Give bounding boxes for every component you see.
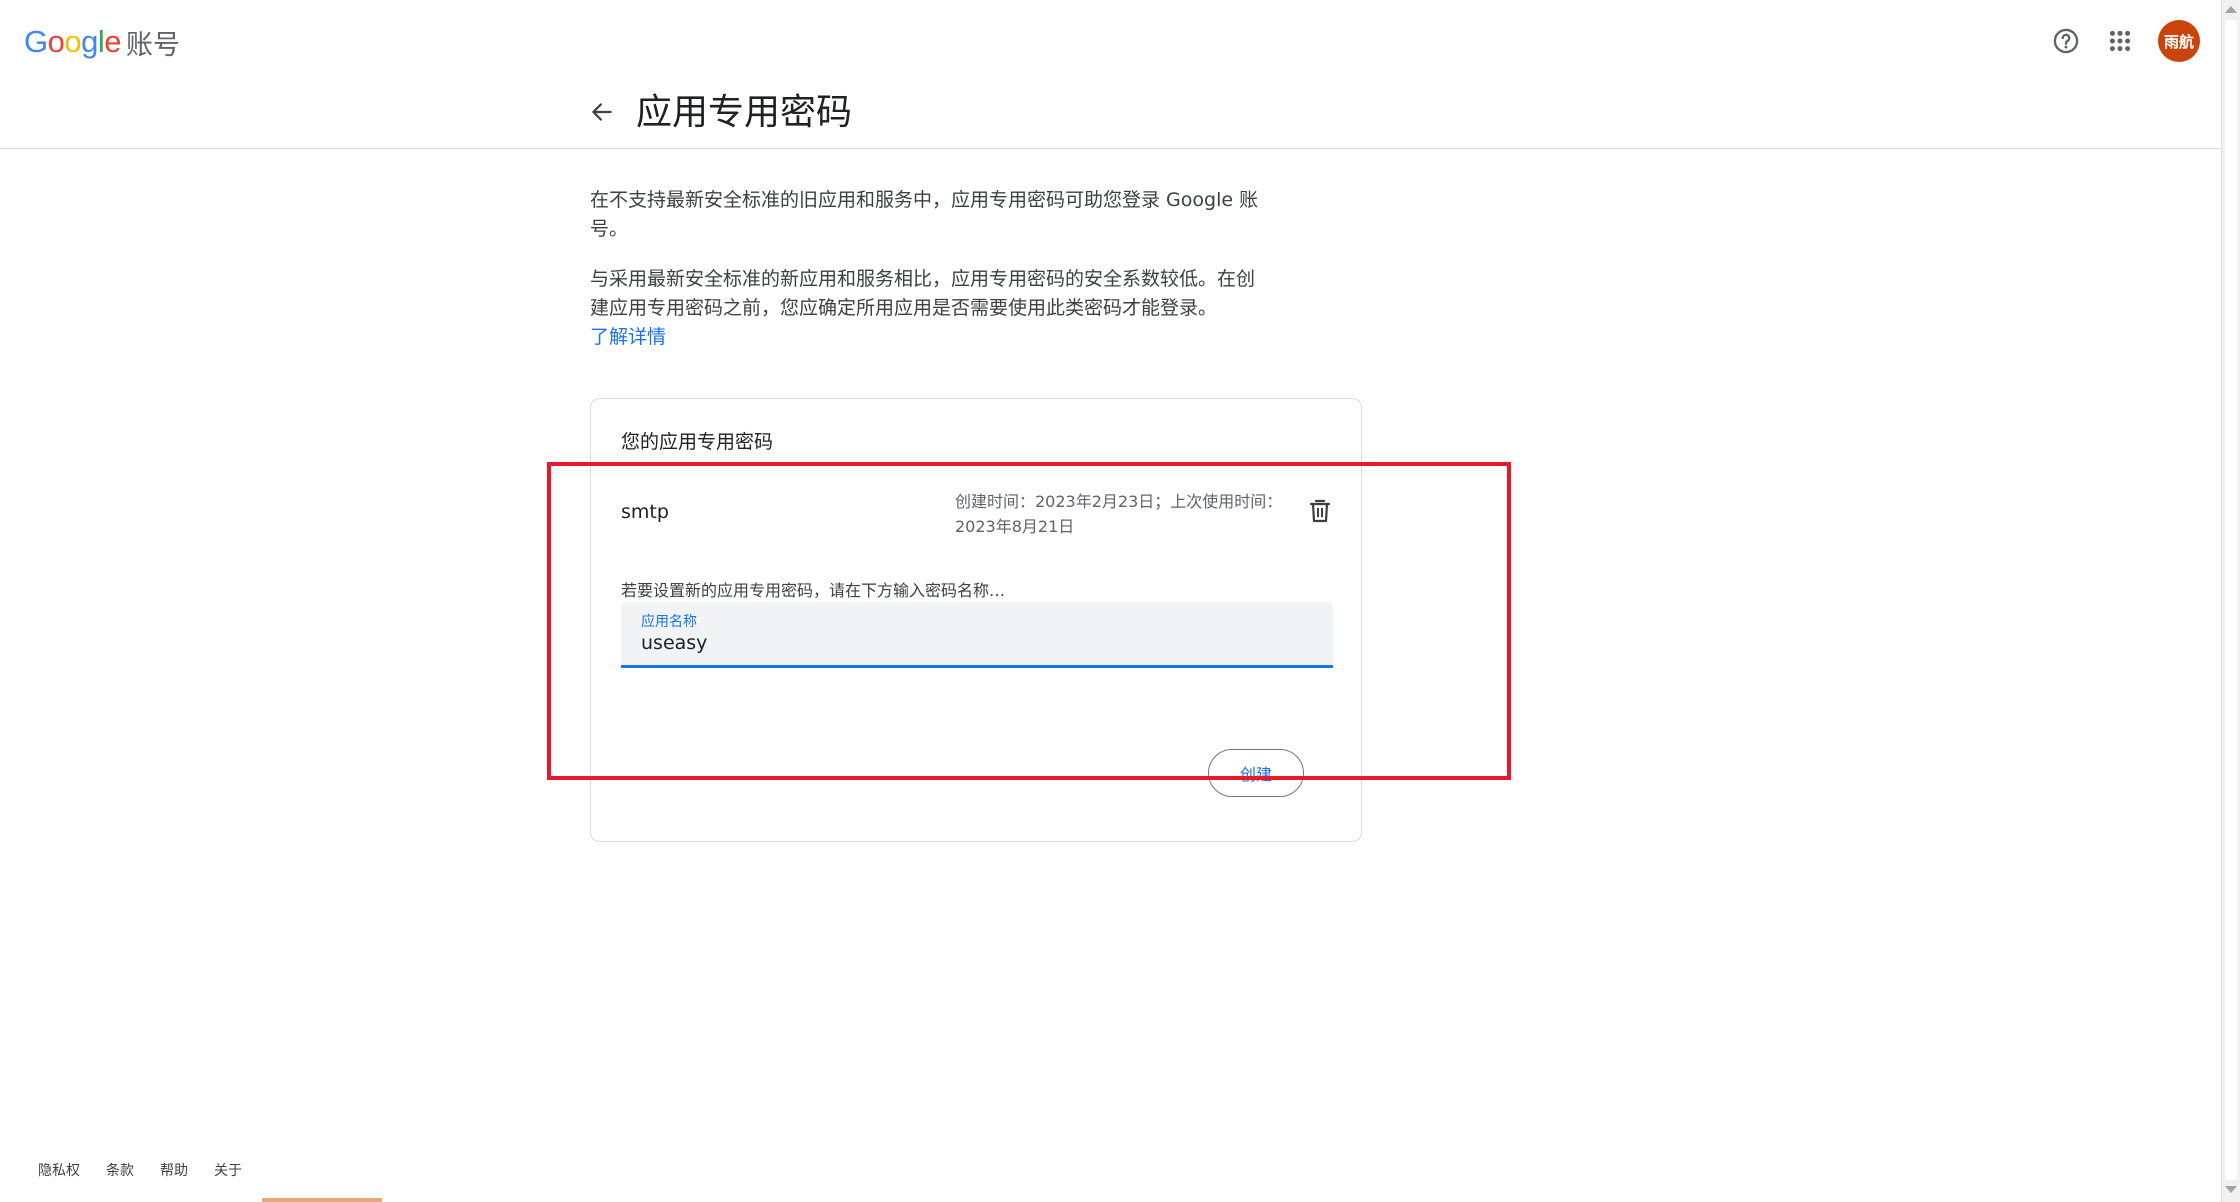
title-bar: 应用专用密码 (0, 80, 2221, 149)
logo-letter: o (64, 24, 82, 59)
google-account-logo[interactable]: Google 账号 (24, 20, 180, 64)
app-passwords-card: 您的应用专用密码 smtp 创建时间：2023年2月23日；上次使用时间：202… (590, 398, 1362, 842)
new-password-hint: 若要设置新的应用专用密码，请在下方输入密码名称… (621, 581, 1006, 600)
apps-grid-icon (2109, 30, 2131, 52)
create-button[interactable]: 创建 (1208, 749, 1304, 797)
footer-accent-bar (262, 1198, 382, 1202)
footer-link-about[interactable]: 关于 (214, 1160, 242, 1180)
intro-paragraph-1: 在不支持最新安全标准的旧应用和服务中，应用专用密码可助您登录 Google 账号… (590, 189, 1259, 240)
trash-icon (1309, 499, 1331, 523)
app-password-name: smtp (621, 501, 669, 523)
apps-button[interactable] (2100, 21, 2140, 61)
top-bar: Google 账号 雨航 (0, 0, 2221, 80)
footer-link-help[interactable]: 帮助 (160, 1160, 188, 1180)
page-scrollbar[interactable] (2221, 0, 2240, 1202)
intro-section: 在不支持最新安全标准的旧应用和服务中，应用专用密码可助您登录 Google 账号… (590, 186, 1270, 352)
footer-link-privacy[interactable]: 隐私权 (38, 1160, 80, 1180)
scroll-down-icon[interactable] (2225, 1186, 2237, 1193)
help-circle-icon (2053, 28, 2079, 54)
app-name-input[interactable] (641, 632, 1301, 654)
delete-password-button[interactable] (1300, 491, 1340, 531)
logo-letter: g (81, 24, 98, 59)
help-button[interactable] (2046, 21, 2086, 61)
back-button[interactable] (582, 92, 622, 132)
avatar[interactable]: 雨航 (2158, 20, 2200, 62)
footer-link-terms[interactable]: 条款 (106, 1160, 134, 1180)
card-title: 您的应用专用密码 (621, 431, 774, 453)
learn-more-link[interactable]: 了解详情 (590, 323, 1270, 352)
app-password-meta: 创建时间：2023年2月23日；上次使用时间：2023年8月21日 (955, 492, 1283, 536)
logo-letter: o (47, 24, 65, 59)
scroll-up-icon[interactable] (2225, 6, 2237, 13)
scroll-thumb[interactable] (2225, 20, 2237, 1180)
product-name: 账号 (126, 29, 181, 61)
google-wordmark: Google (24, 24, 122, 60)
app-name-field[interactable]: 应用名称 (621, 602, 1333, 668)
logo-letter: G (24, 24, 48, 59)
logo-letter: e (104, 24, 122, 59)
footer: 隐私权 条款 帮助 关于 (38, 1160, 268, 1180)
app-name-label: 应用名称 (641, 614, 697, 630)
page-title: 应用专用密码 (636, 92, 853, 133)
arrow-back-icon (592, 103, 612, 121)
intro-paragraph-2: 与采用最新安全标准的新应用和服务相比，应用专用密码的安全系数较低。在创建应用专用… (590, 268, 1256, 319)
